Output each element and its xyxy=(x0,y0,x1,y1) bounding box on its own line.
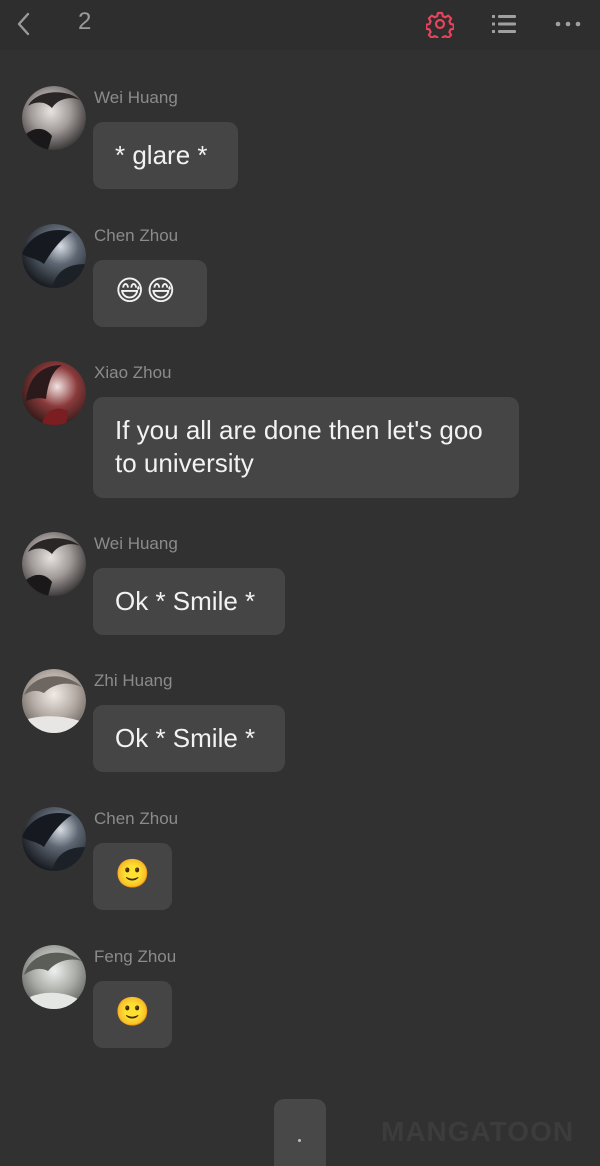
avatar[interactable] xyxy=(22,532,86,596)
next-message-button[interactable] xyxy=(274,1099,326,1166)
message-bubble: 😅😅 xyxy=(93,260,207,327)
avatar[interactable] xyxy=(22,945,86,1009)
sender-name: Xiao Zhou xyxy=(94,363,172,382)
message-bubble: 🙂 xyxy=(93,981,172,1048)
watermark: MANGATOON xyxy=(381,1116,575,1147)
more-horizontal-icon[interactable] xyxy=(554,10,582,38)
chevron-left-icon[interactable] xyxy=(14,10,34,38)
sender-name: Wei Huang xyxy=(94,534,178,553)
avatar[interactable] xyxy=(22,361,86,425)
top-bar: 2 xyxy=(0,0,600,50)
avatar[interactable] xyxy=(22,669,86,733)
sender-name: Chen Zhou xyxy=(94,809,179,828)
chapter-number: 2 xyxy=(78,8,92,35)
sender-name: Chen Zhou xyxy=(94,226,179,245)
avatar[interactable] xyxy=(22,807,86,871)
gear-icon[interactable] xyxy=(426,10,454,38)
sender-name: Feng Zhou xyxy=(94,947,177,966)
message-bubble: Ok * Smile * xyxy=(93,705,285,772)
message-bubble: * glare * xyxy=(93,122,238,189)
message-bubble: 🙂 xyxy=(93,843,172,910)
list-icon[interactable] xyxy=(490,11,518,37)
sender-name: Wei Huang xyxy=(94,88,178,107)
message-bubble: Ok * Smile * xyxy=(93,568,285,635)
sender-name: Zhi Huang xyxy=(94,671,173,690)
next-button-label xyxy=(298,1139,301,1142)
avatar[interactable] xyxy=(22,86,86,150)
message-bubble: If you all are done then let's goo to un… xyxy=(93,397,519,498)
avatar[interactable] xyxy=(22,224,86,288)
